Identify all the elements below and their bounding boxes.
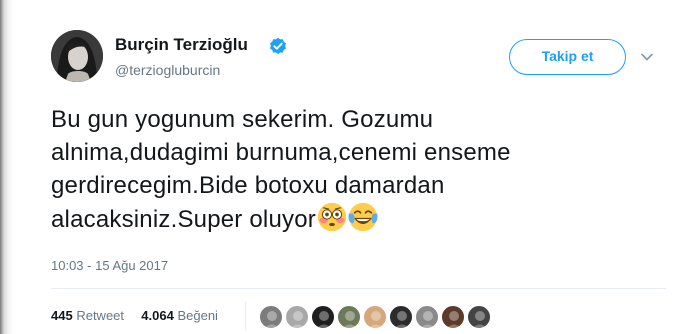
tweet-card: Burçin Terzioğlu @terziogluburcin Takip … [14, 0, 690, 334]
liker-avatar[interactable] [467, 305, 491, 329]
divider [51, 288, 666, 289]
liker-avatar[interactable] [363, 305, 387, 329]
tweet-text-last-line: alacaksiniz.Super oluyor [51, 202, 671, 236]
tweet-timestamp[interactable]: 10:03 - 15 Ağu 2017 [51, 258, 168, 273]
face-with-tears-of-joy-icon [348, 202, 378, 232]
flushed-face-icon [317, 202, 347, 232]
verified-badge-icon [270, 37, 286, 54]
liker-avatar[interactable] [311, 305, 335, 329]
tweet-text: Bu gun yogunum sekerim. Gozumu alnima,du… [51, 103, 671, 236]
retweet-label[interactable]: Retweet [76, 308, 124, 323]
tweet-text-line: alnima,dudagimi burnuma,cenemi enseme [51, 139, 511, 166]
stats-separator [245, 302, 246, 330]
retweet-count[interactable]: 445 [51, 308, 73, 323]
like-count[interactable]: 4.064 [141, 308, 174, 323]
liker-avatar[interactable] [441, 305, 465, 329]
liker-avatar[interactable] [415, 305, 439, 329]
like-label[interactable]: Beğeni [177, 308, 217, 323]
liker-avatar[interactable] [337, 305, 361, 329]
tweet-stats: 445 Retweet 4.064 Beğeni [51, 308, 218, 323]
avatar-photo-icon [51, 30, 103, 82]
chevron-down-icon[interactable] [640, 50, 654, 64]
liker-avatar[interactable] [259, 305, 283, 329]
avatar[interactable] [51, 30, 103, 82]
tweet-text-line: Bu gun yogunum sekerim. Gozumu [51, 106, 434, 133]
display-name[interactable]: Burçin Terzioğlu [115, 35, 248, 55]
tweet-text-line: gerdirecegim.Bide botoxu damardan [51, 172, 445, 199]
liker-avatar[interactable] [285, 305, 309, 329]
follow-button[interactable]: Takip et [509, 39, 626, 75]
user-handle[interactable]: @terziogluburcin [115, 62, 220, 78]
window-edge-shadow [0, 0, 14, 334]
tweet-text-line: alacaksiniz.Super oluyor [51, 206, 316, 233]
liker-avatar[interactable] [389, 305, 413, 329]
